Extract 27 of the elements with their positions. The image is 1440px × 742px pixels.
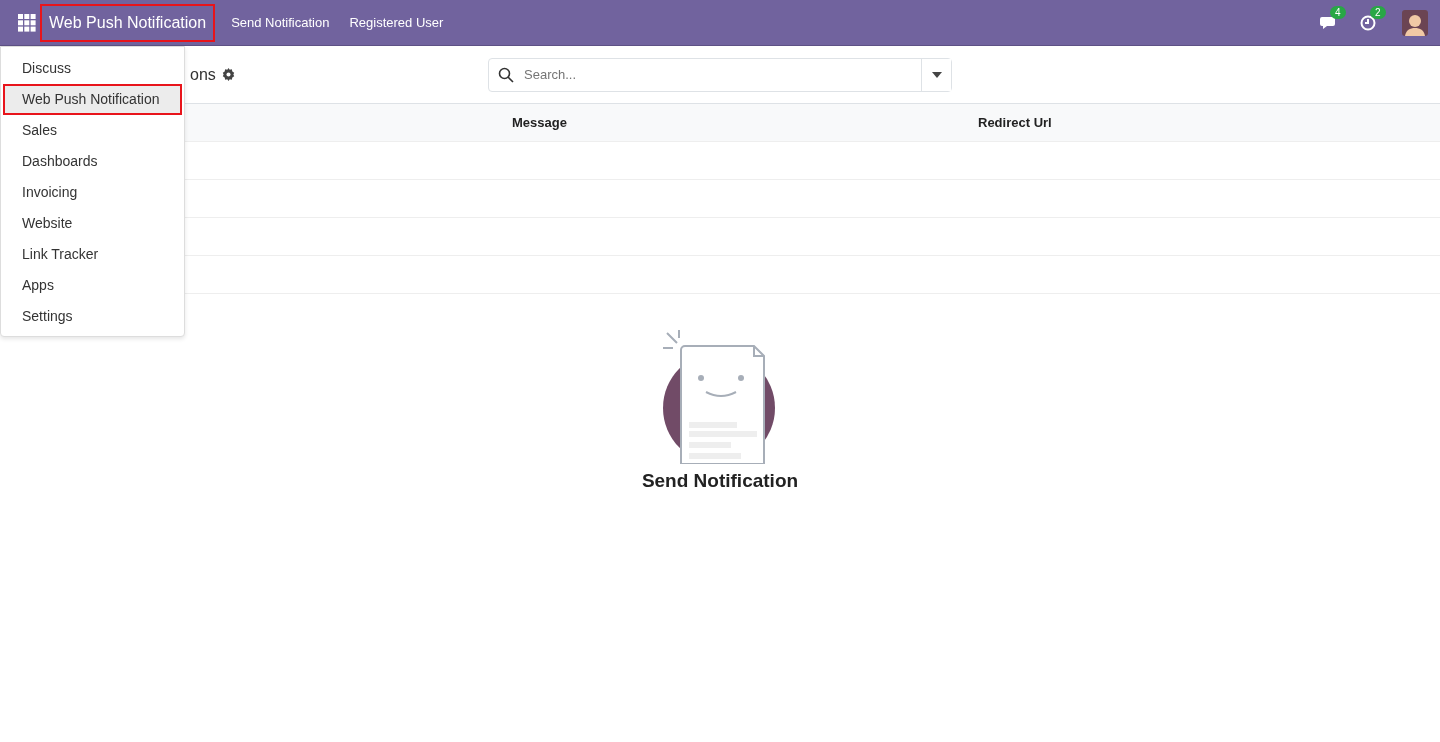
count-badge: 4: [1330, 5, 1346, 19]
app-brand-link[interactable]: Web Push Notification: [40, 3, 216, 42]
dropdown-toggle[interactable]: [921, 58, 951, 91]
app-menu-item[interactable]: Link Tracker: [3, 239, 182, 270]
apps-grid-icon[interactable]: [18, 13, 36, 32]
empty-state-title: Send Notification: [641, 470, 799, 492]
menu-link[interactable]: Send Notification: [221, 15, 340, 30]
count-badge: 2: [1370, 5, 1386, 19]
caret-icon: [931, 71, 942, 78]
clock-icon[interactable]: [1360, 14, 1376, 31]
app-menu-item[interactable]: Settings: [3, 301, 182, 332]
menu-link[interactable]: Registered User: [339, 15, 454, 30]
page-title: ons: [190, 65, 216, 84]
app-menu-item[interactable]: Invoicing: [3, 177, 182, 208]
search-field[interactable]: Search...: [488, 57, 952, 92]
app-menu-item[interactable]: Apps: [3, 270, 182, 301]
column-header[interactable]: Message: [512, 115, 978, 130]
chat-icon[interactable]: [1320, 14, 1338, 31]
app-menu-item[interactable]: Discuss: [3, 53, 182, 84]
search-icon: [498, 66, 514, 83]
app-menu-item[interactable]: Dashboards: [3, 146, 182, 177]
app-menu-item[interactable]: Web Push Notification: [3, 84, 182, 115]
app-menu-item[interactable]: Sales: [3, 115, 182, 146]
app-menu-item[interactable]: Website: [3, 208, 182, 239]
gear-icon[interactable]: [221, 68, 235, 81]
avatar-icon[interactable]: [1402, 9, 1428, 36]
column-header[interactable]: Redirect Url: [978, 115, 1052, 130]
